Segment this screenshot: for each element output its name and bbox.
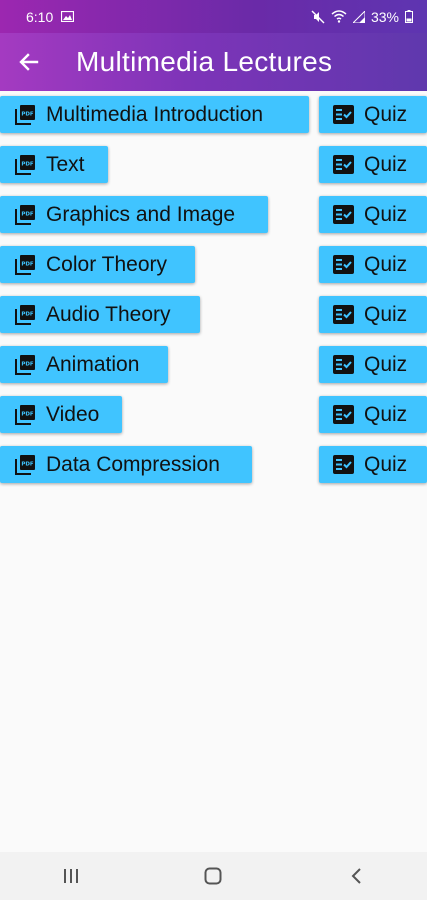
svg-text:PDF: PDF — [21, 412, 34, 418]
wifi-icon — [331, 10, 347, 23]
lecture-row: PDF Video Quiz — [0, 391, 427, 433]
lecture-button-text[interactable]: PDF Text — [0, 146, 108, 183]
picture-as-pdf-icon: PDF — [14, 154, 36, 176]
lecture-row: PDF Text Quiz — [0, 141, 427, 183]
lecture-button-color-theory[interactable]: PDF Color Theory — [0, 246, 195, 283]
signal-icon — [352, 10, 365, 23]
quiz-button-animation[interactable]: Quiz — [319, 346, 427, 383]
fact-check-icon — [332, 254, 354, 276]
quiz-label: Quiz — [364, 152, 408, 176]
battery-icon — [405, 10, 413, 23]
quiz-label: Quiz — [364, 252, 408, 276]
back-nav-button[interactable] — [326, 852, 386, 900]
status-left: 6:10 — [26, 8, 75, 25]
lecture-button-data-compression[interactable]: PDF Data Compression — [0, 446, 252, 483]
mute-icon — [311, 10, 325, 24]
quiz-button-color-theory[interactable]: Quiz — [319, 246, 427, 283]
picture-as-pdf-icon: PDF — [14, 254, 36, 276]
quiz-button-data-compression[interactable]: Quiz — [319, 446, 427, 483]
lecture-label: Data Compression — [46, 452, 220, 476]
fact-check-icon — [332, 154, 354, 176]
lecture-label: Color Theory — [46, 252, 167, 276]
lecture-button-video[interactable]: PDF Video — [0, 396, 122, 433]
gallery-notification-icon — [61, 11, 75, 22]
quiz-label: Quiz — [364, 402, 408, 426]
quiz-button-graphics-and-image[interactable]: Quiz — [319, 196, 427, 233]
quiz-button-text[interactable]: Quiz — [319, 146, 427, 183]
picture-as-pdf-icon: PDF — [14, 404, 36, 426]
page-title: Multimedia Lectures — [76, 46, 333, 77]
status-right: 33% — [311, 9, 413, 25]
recent-apps-icon — [64, 869, 79, 883]
status-bar: 6:10 33% — [0, 0, 427, 33]
recent-apps-button[interactable] — [41, 852, 101, 900]
fact-check-icon — [332, 404, 354, 426]
app-bar: Multimedia Lectures — [0, 33, 427, 91]
svg-text:PDF: PDF — [21, 112, 34, 118]
lecture-button-animation[interactable]: PDF Animation — [0, 346, 168, 383]
picture-as-pdf-icon: PDF — [14, 204, 36, 226]
picture-as-pdf-icon: PDF — [14, 454, 36, 476]
lecture-label: Graphics and Image — [46, 202, 236, 226]
lecture-label: Multimedia Introduction — [46, 102, 264, 126]
status-time: 6:10 — [26, 8, 54, 25]
lecture-label: Text — [46, 152, 85, 176]
lecture-button-multimedia-introduction[interactable]: PDF Multimedia Introduction — [0, 96, 309, 133]
quiz-button-multimedia-introduction[interactable]: Quiz — [319, 96, 427, 133]
lecture-button-graphics-and-image[interactable]: PDF Graphics and Image — [0, 196, 268, 233]
quiz-button-video[interactable]: Quiz — [319, 396, 427, 433]
quiz-label: Quiz — [364, 202, 408, 226]
lecture-label: Video — [46, 402, 100, 426]
fact-check-icon — [332, 104, 354, 126]
picture-as-pdf-icon: PDF — [14, 104, 36, 126]
lecture-button-audio-theory[interactable]: PDF Audio Theory — [0, 296, 200, 333]
fact-check-icon — [332, 204, 354, 226]
picture-as-pdf-icon: PDF — [14, 354, 36, 376]
back-button[interactable] — [0, 33, 58, 91]
lecture-row: PDF Data Compression Quiz — [0, 441, 427, 483]
home-button[interactable] — [183, 852, 243, 900]
svg-text:PDF: PDF — [21, 162, 34, 168]
battery-percentage: 33% — [370, 8, 399, 25]
quiz-label: Quiz — [364, 452, 408, 476]
quiz-label: Quiz — [364, 102, 408, 126]
svg-text:PDF: PDF — [21, 212, 34, 218]
quiz-label: Quiz — [364, 302, 408, 326]
lecture-row: PDF Color Theory Quiz — [0, 241, 427, 283]
fact-check-icon — [332, 454, 354, 476]
lecture-label: Animation — [46, 352, 140, 376]
lecture-row: PDF Multimedia Introduction Quiz — [0, 91, 427, 133]
system-nav-bar — [0, 852, 427, 900]
svg-text:PDF: PDF — [21, 362, 34, 368]
fact-check-icon — [332, 354, 354, 376]
home-icon — [204, 867, 222, 885]
svg-text:PDF: PDF — [21, 312, 34, 318]
svg-text:PDF: PDF — [21, 262, 34, 268]
picture-as-pdf-icon: PDF — [14, 304, 36, 326]
fact-check-icon — [332, 304, 354, 326]
quiz-label: Quiz — [364, 352, 408, 376]
lecture-row: PDF Audio Theory Quiz — [0, 291, 427, 333]
lecture-label: Audio Theory — [46, 302, 171, 326]
lecture-row: PDF Graphics and Image Quiz — [0, 191, 427, 233]
chevron-left-icon — [351, 868, 361, 884]
lecture-row: PDF Animation Quiz — [0, 341, 427, 383]
svg-text:PDF: PDF — [21, 462, 34, 468]
quiz-button-audio-theory[interactable]: Quiz — [319, 296, 427, 333]
arrow-back-icon — [19, 53, 39, 71]
